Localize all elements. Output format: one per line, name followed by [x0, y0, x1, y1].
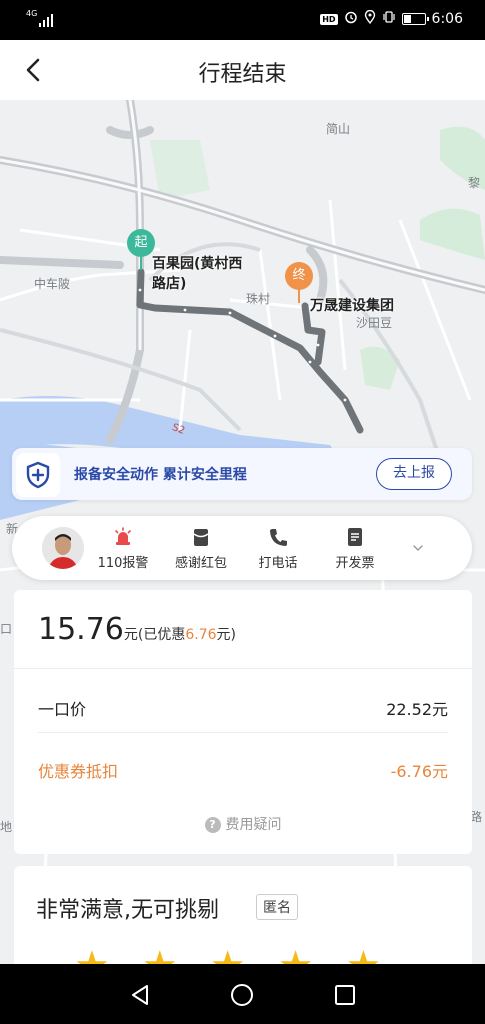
- map-place-label: 中车陂: [34, 277, 71, 291]
- fixed-price-label: 一口价: [38, 700, 87, 719]
- invoice-icon: [348, 528, 362, 546]
- signal-bar: [39, 23, 42, 27]
- end-poi-label: 万晟建设集团: [310, 298, 394, 314]
- map-place-label: 沙田豆: [356, 316, 393, 330]
- system-nav-bar: [0, 964, 485, 1024]
- nav-home-button[interactable]: [228, 981, 256, 1009]
- fare-question-link[interactable]: ? 费用疑问: [14, 814, 472, 834]
- clock: 6:06: [431, 11, 463, 27]
- alarm-icon: [115, 527, 131, 545]
- fare-discount-prefix: (已优惠: [137, 627, 186, 643]
- triangle-back-icon: [132, 985, 148, 1005]
- invoice-button[interactable]: 开发票: [320, 526, 390, 571]
- action-label: 打电话: [258, 556, 298, 571]
- fare-total: 15.76元(已优惠6.76元): [38, 612, 236, 647]
- signal-indicator: 4G: [26, 9, 54, 27]
- alarm-clock-icon: [344, 10, 358, 28]
- action-label: 110报警: [97, 556, 149, 571]
- alarm-110-button[interactable]: 110报警: [88, 526, 158, 571]
- location-icon: [364, 9, 376, 28]
- fare-question-label: 费用疑问: [225, 817, 282, 833]
- start-pin: 起: [127, 229, 155, 257]
- signal-bar: [51, 14, 54, 27]
- status-icons: HD 6:06: [320, 9, 463, 28]
- shield-icon: [16, 453, 60, 497]
- expand-actions-button[interactable]: [408, 538, 428, 558]
- fare-discount-amount: 6.76: [185, 627, 217, 643]
- nav-recents-button[interactable]: [331, 981, 359, 1009]
- coupon-row: 优惠券抵扣 -6.76元: [38, 758, 448, 782]
- battery-level: [403, 15, 411, 23]
- battery-icon: [401, 13, 429, 25]
- map-place-label: 简山: [326, 122, 351, 136]
- end-pin-stem: [298, 289, 300, 303]
- header: 行程结束: [0, 40, 485, 100]
- divider: [38, 732, 448, 733]
- rating-title: 非常满意,无可挑剔: [36, 898, 219, 923]
- fare-card: 15.76元(已优惠6.76元) 一口价 22.52元 优惠券抵扣 -6.76元…: [14, 590, 472, 854]
- report-button[interactable]: 去上报: [376, 458, 452, 490]
- map-place-label: 黎: [468, 176, 481, 190]
- status-bar: 4G HD 6:06: [0, 0, 485, 40]
- phone-icon: [270, 529, 287, 546]
- signal-bar: [47, 17, 50, 27]
- fixed-price-value: 22.52元: [386, 700, 448, 719]
- circle-home-icon: [231, 984, 253, 1006]
- start-poi-label: 百果园(黄村西路店): [152, 256, 243, 292]
- page-title: 行程结束: [198, 62, 287, 87]
- fare-total-unit: 元: [123, 627, 138, 643]
- nav-back-button[interactable]: [126, 981, 154, 1009]
- safety-banner: 报备安全动作 累计安全里程 去上报: [12, 448, 472, 500]
- map-place-label: 口: [0, 622, 13, 636]
- call-driver-button[interactable]: 打电话: [243, 526, 313, 571]
- hd-voice-icon: HD: [320, 13, 338, 25]
- network-type: 4G: [26, 9, 38, 18]
- chevron-down-icon: [413, 545, 423, 551]
- action-label: 开发票: [335, 556, 375, 571]
- end-pin: 终: [285, 262, 313, 290]
- thank-red-envelope-button[interactable]: 感谢红包: [166, 526, 236, 571]
- question-icon: ?: [204, 817, 221, 833]
- start-pin-stem: [140, 256, 142, 270]
- divider: [14, 668, 472, 669]
- coupon-label: 优惠券抵扣: [38, 762, 119, 781]
- action-label: 感谢红包: [174, 556, 227, 571]
- fare-total-amount: 15.76: [38, 612, 124, 647]
- safety-banner-text: 报备安全动作 累计安全里程: [74, 467, 247, 483]
- fare-discount-suffix: 元): [216, 627, 236, 643]
- driver-avatar[interactable]: [42, 527, 84, 569]
- rating-card: 非常满意,无可挑剔 匿名 ★ ★ ★ ★ ★: [14, 866, 472, 976]
- vibrate-icon: [382, 10, 396, 28]
- signal-bar: [43, 20, 46, 27]
- square-recents-icon: [335, 985, 355, 1005]
- fixed-price-row: 一口价 22.52元: [38, 696, 448, 720]
- map-place-label: 地: [0, 820, 13, 834]
- driver-action-bar: 110报警 感谢红包 打电话 开发票: [12, 516, 472, 580]
- red-envelope-icon: [193, 529, 209, 546]
- coupon-value: -6.76元: [390, 762, 448, 781]
- anonymous-tag[interactable]: 匿名: [256, 894, 298, 920]
